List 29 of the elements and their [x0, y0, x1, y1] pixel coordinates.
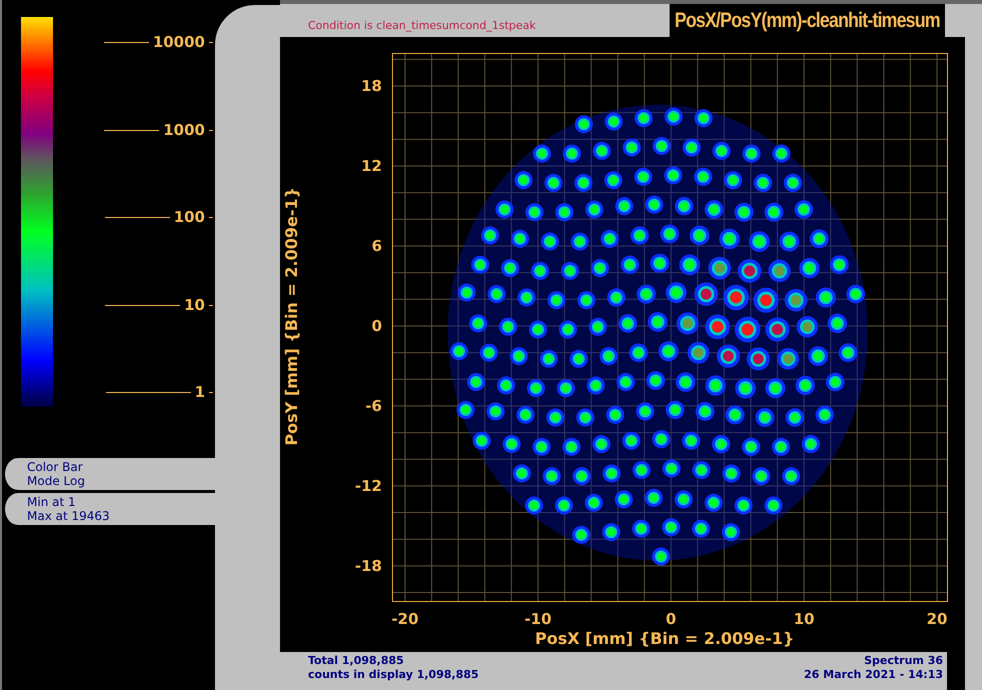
x-tick-label: 0 — [664, 610, 678, 628]
y-tick-label: 6 — [372, 237, 382, 255]
x-axis-label: PosX [mm] {Bin = 2.009e-1} — [535, 629, 794, 648]
condition-text: Condition is clean_timesumcond_1stpeak — [307, 19, 536, 34]
footer-text: Total 1,098,885 — [308, 654, 405, 668]
y-tick-label: -6 — [365, 397, 382, 415]
scale-label: 10000 — [152, 33, 205, 51]
y-tick-label: -12 — [354, 477, 382, 495]
info-text: Color Bar — [27, 460, 84, 474]
x-tick-label: 10 — [792, 610, 816, 628]
y-axis-label: PosY [mm] {Bin = 2.009e-1} — [282, 187, 301, 446]
y-tick-label: 12 — [361, 157, 382, 175]
y-tick-label: 0 — [372, 317, 382, 335]
x-tick-label: -20 — [390, 610, 420, 628]
x-tick-label: -10 — [523, 610, 553, 628]
y-tick-label: 18 — [361, 77, 382, 95]
y-tick-label: -18 — [354, 557, 382, 575]
scale-label: 100 — [174, 208, 205, 226]
info-text: Mode Log — [27, 474, 86, 488]
plot-title: PosX/PosY(mm)-cleanhit-timesum — [670, 4, 945, 37]
info-text: Max at 19463 — [27, 509, 111, 523]
footer-text: counts in display 1,098,885 — [308, 668, 479, 682]
x-tick-label: 20 — [926, 610, 948, 628]
scale-label: 1 — [194, 383, 205, 401]
scale-label: 1000 — [163, 121, 205, 139]
scale-label: 10 — [184, 296, 205, 314]
footer-text: 26 March 2021 - 14:13 — [804, 668, 943, 682]
footer-text: Spectrum 36 — [864, 654, 943, 668]
info-text: Min at 1 — [27, 495, 77, 509]
